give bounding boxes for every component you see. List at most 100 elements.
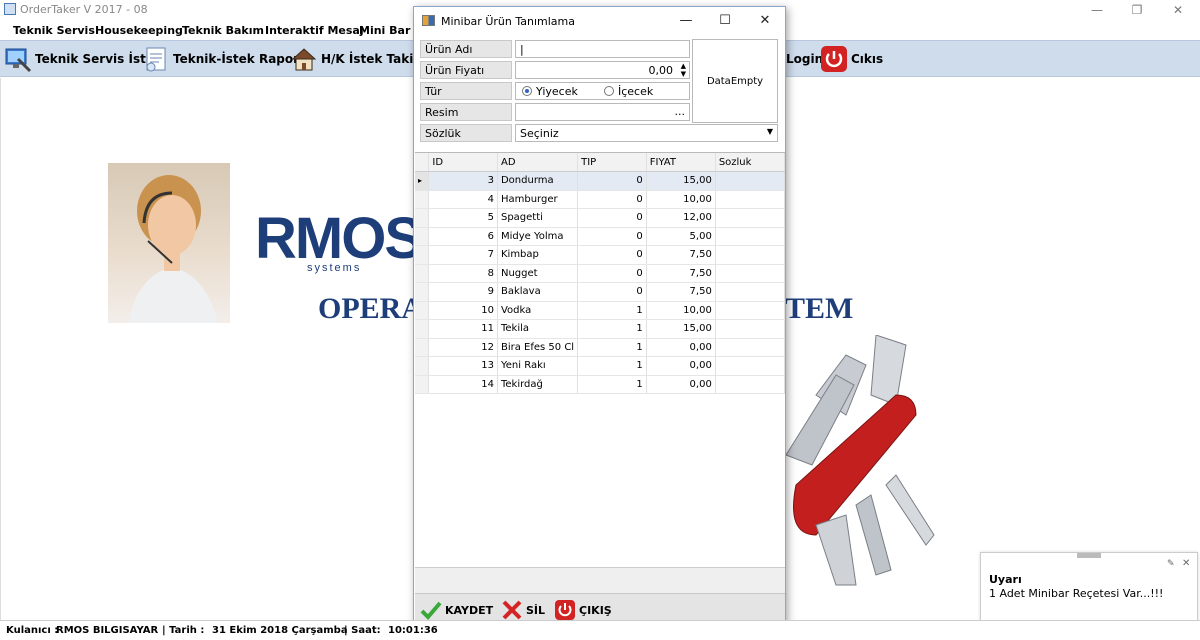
grid-header-sozluk[interactable]: Sozluk <box>715 153 786 172</box>
row-selector[interactable] <box>415 375 430 394</box>
cell-tip[interactable]: 1 <box>577 319 647 339</box>
spinner-icon[interactable]: ▲ ▼ <box>681 62 686 78</box>
row-pointer-icon[interactable]: ▸ <box>415 171 430 191</box>
row-selector[interactable] <box>415 301 430 320</box>
dialog-minimize-icon[interactable]: — <box>672 11 700 31</box>
cell-fiyat[interactable]: 15,00 <box>646 319 716 339</box>
table-row[interactable]: 4 Hamburger 0 10,00 <box>415 190 786 209</box>
cell-id[interactable]: 8 <box>428 264 498 283</box>
menu-teknik-servis[interactable]: Teknik Servis <box>13 24 95 37</box>
teknik-servis-istek-button[interactable]: Teknik Servis İstek <box>4 45 162 73</box>
cell-fiyat[interactable]: 0,00 <box>646 356 716 376</box>
table-row[interactable]: 7 Kimbap 0 7,50 <box>415 245 786 265</box>
cell-id[interactable]: 7 <box>428 245 498 265</box>
table-row[interactable]: ▸ 3 Dondurma 0 15,00 <box>415 171 786 191</box>
row-selector[interactable] <box>415 356 430 376</box>
cell-id[interactable]: 13 <box>428 356 498 376</box>
teknik-istek-raporu-button[interactable]: Teknik-İstek Raporu <box>142 45 308 73</box>
cell-ad[interactable]: Tekirdağ <box>497 375 579 394</box>
dialog-maximize-icon[interactable]: ☐ <box>711 11 739 31</box>
cell-sozluk[interactable] <box>715 301 786 320</box>
cell-id[interactable]: 14 <box>428 375 498 394</box>
cell-fiyat[interactable]: 10,00 <box>646 190 716 209</box>
table-row[interactable]: 10 Vodka 1 10,00 <box>415 301 786 320</box>
close-icon[interactable]: ✕ <box>1163 1 1193 19</box>
grid-header-id[interactable]: ID <box>428 153 498 172</box>
table-row[interactable]: 6 Midye Yolma 0 5,00 <box>415 227 786 246</box>
urun-resim-preview[interactable]: DataEmpty <box>692 39 778 123</box>
menu-teknik-bakim[interactable]: Teknik Bakım <box>182 24 264 37</box>
cell-sozluk[interactable] <box>715 282 786 302</box>
grid-header-fiyat[interactable]: FIYAT <box>646 153 716 172</box>
cell-fiyat[interactable]: 7,50 <box>646 245 716 265</box>
cell-id[interactable]: 10 <box>428 301 498 320</box>
row-selector[interactable] <box>415 245 430 265</box>
cell-id[interactable]: 6 <box>428 227 498 246</box>
cell-sozluk[interactable] <box>715 319 786 339</box>
menu-mini-bar[interactable]: Mini Bar <box>359 24 410 37</box>
menu-housekeeping[interactable]: Housekeeping <box>95 24 183 37</box>
cell-ad[interactable]: Vodka <box>497 301 579 320</box>
urun-adi-input[interactable]: | <box>515 40 690 58</box>
kaydet-button[interactable]: KAYDET <box>420 599 493 621</box>
urun-fiyati-input[interactable]: 0,00 ▲ ▼ <box>515 61 690 79</box>
cell-ad[interactable]: Baklava <box>497 282 579 302</box>
cell-tip[interactable]: 1 <box>577 375 647 394</box>
cell-tip[interactable]: 1 <box>577 338 647 357</box>
cell-tip[interactable]: 0 <box>577 264 647 283</box>
cell-ad[interactable]: Tekila <box>497 319 579 339</box>
cell-tip[interactable]: 1 <box>577 356 647 376</box>
cell-ad[interactable]: Dondurma <box>497 171 579 191</box>
row-selector[interactable] <box>415 227 430 246</box>
cell-fiyat[interactable]: 12,00 <box>646 208 716 228</box>
cell-sozluk[interactable] <box>715 338 786 357</box>
cell-sozluk[interactable] <box>715 190 786 209</box>
cell-tip[interactable]: 0 <box>577 227 647 246</box>
cell-sozluk[interactable] <box>715 264 786 283</box>
cell-sozluk[interactable] <box>715 245 786 265</box>
sozluk-select[interactable]: Seçiniz ▼ <box>515 124 778 142</box>
cell-ad[interactable]: Yeni Rakı <box>497 356 579 376</box>
pin-icon[interactable]: ✎ <box>1167 559 1175 569</box>
restore-icon[interactable]: ❐ <box>1122 1 1152 19</box>
row-selector[interactable] <box>415 264 430 283</box>
cell-sozluk[interactable] <box>715 356 786 376</box>
row-selector[interactable] <box>415 208 430 228</box>
table-row[interactable]: 14 Tekirdağ 1 0,00 <box>415 375 786 394</box>
grid-header-tip[interactable]: TIP <box>577 153 647 172</box>
radio-icecek[interactable]: İçecek <box>604 85 653 98</box>
notification-close-icon[interactable]: ✕ <box>1182 558 1190 569</box>
radio-yiyecek[interactable]: Yiyecek <box>522 85 578 98</box>
menu-interaktif-mesaj[interactable]: Interaktif Mesaj <box>265 24 364 37</box>
login-button[interactable]: Login <box>786 45 823 73</box>
cell-fiyat[interactable]: 7,50 <box>646 264 716 283</box>
browse-button[interactable]: ... <box>675 105 686 118</box>
hk-istek-takip-button[interactable]: H/K İstek Takip <box>290 45 422 73</box>
cell-tip[interactable]: 0 <box>577 208 647 228</box>
sil-button[interactable]: SİL <box>501 599 545 621</box>
row-selector[interactable] <box>415 338 430 357</box>
cell-tip[interactable]: 1 <box>577 301 647 320</box>
table-row[interactable]: 11 Tekila 1 15,00 <box>415 319 786 339</box>
cell-fiyat[interactable]: 0,00 <box>646 338 716 357</box>
cell-fiyat[interactable]: 7,50 <box>646 282 716 302</box>
grid-header-ad[interactable]: AD <box>497 153 579 172</box>
cell-fiyat[interactable]: 0,00 <box>646 375 716 394</box>
row-selector[interactable] <box>415 319 430 339</box>
cell-id[interactable]: 3 <box>428 171 498 191</box>
cell-fiyat[interactable]: 5,00 <box>646 227 716 246</box>
table-row[interactable]: 13 Yeni Rakı 1 0,00 <box>415 356 786 376</box>
cell-id[interactable]: 11 <box>428 319 498 339</box>
cell-ad[interactable]: Midye Yolma <box>497 227 579 246</box>
cell-id[interactable]: 12 <box>428 338 498 357</box>
cell-tip[interactable]: 0 <box>577 171 647 191</box>
minimize-icon[interactable]: — <box>1082 1 1112 19</box>
row-selector[interactable] <box>415 190 430 209</box>
cell-id[interactable]: 5 <box>428 208 498 228</box>
dialog-cikis-button[interactable]: ÇIKIŞ <box>554 599 612 621</box>
cell-id[interactable]: 4 <box>428 190 498 209</box>
cell-sozluk[interactable] <box>715 375 786 394</box>
table-row[interactable]: 12 Bira Efes 50 Cl 1 0,00 <box>415 338 786 357</box>
table-row[interactable]: 8 Nugget 0 7,50 <box>415 264 786 283</box>
cell-tip[interactable]: 0 <box>577 245 647 265</box>
